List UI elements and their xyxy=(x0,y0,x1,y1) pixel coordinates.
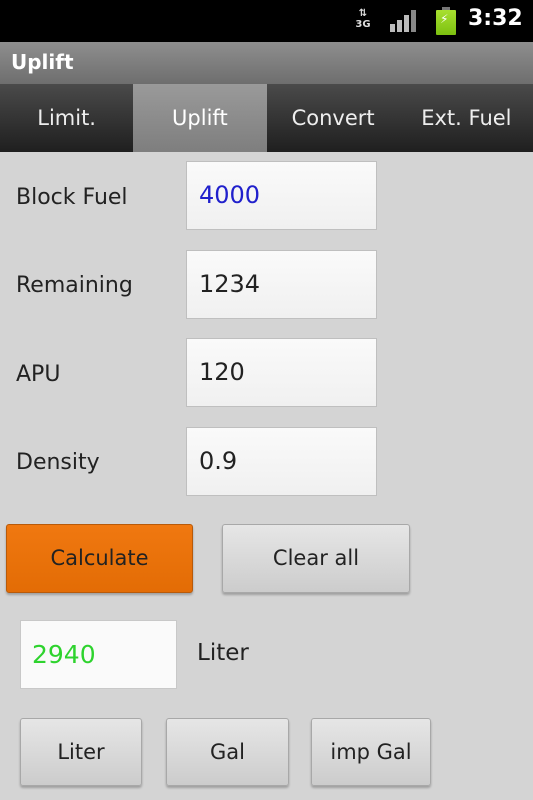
battery-charging-icon: ⚡ xyxy=(436,7,456,35)
result-unit-label: Liter xyxy=(197,640,249,666)
apu-input[interactable]: 120 xyxy=(186,338,377,407)
remaining-label: Remaining xyxy=(16,273,133,298)
network-type: 3G xyxy=(355,19,371,30)
signal-bars-icon xyxy=(390,10,418,32)
status-bar: ⇅ 3G ⚡ 3:32 xyxy=(0,0,533,42)
liter-button[interactable]: Liter xyxy=(20,718,142,786)
density-label: Density xyxy=(16,450,100,475)
clock: 3:32 xyxy=(468,6,523,31)
app-title: Uplift xyxy=(0,42,533,84)
density-input[interactable]: 0.9 xyxy=(186,427,377,496)
result-field[interactable]: 2940 xyxy=(20,620,177,689)
block-fuel-input[interactable]: 4000 xyxy=(186,161,377,230)
apu-label: APU xyxy=(16,362,61,387)
clear-all-button[interactable]: Clear all xyxy=(222,524,410,593)
calculate-button[interactable]: Calculate xyxy=(6,524,193,593)
tab-limit[interactable]: Limit. xyxy=(0,84,133,152)
tab-convert[interactable]: Convert xyxy=(267,84,400,152)
gal-button[interactable]: Gal xyxy=(166,718,289,786)
block-fuel-label: Block Fuel xyxy=(16,185,128,210)
remaining-input[interactable]: 1234 xyxy=(186,250,377,319)
tab-uplift[interactable]: Uplift xyxy=(133,84,267,152)
imp-gal-button[interactable]: imp Gal xyxy=(311,718,431,786)
tab-bar: Limit. Uplift Convert Ext. Fuel xyxy=(0,84,533,152)
tab-ext-fuel[interactable]: Ext. Fuel xyxy=(400,84,533,152)
network-3g-icon: ⇅ 3G xyxy=(355,8,371,30)
